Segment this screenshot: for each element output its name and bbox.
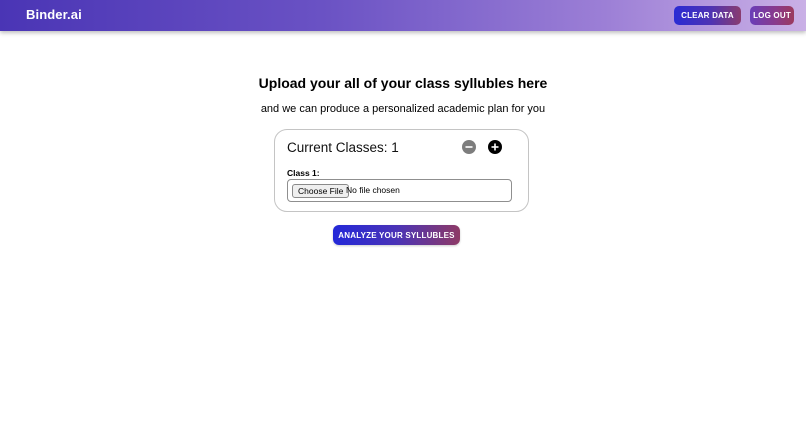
top-navbar: Binder.ai CLEAR DATA LOG OUT bbox=[0, 0, 806, 31]
minus-glyph bbox=[465, 146, 473, 148]
log-out-button[interactable]: LOG OUT bbox=[750, 6, 794, 25]
classes-card: Current Classes: 1 Class 1: Choose File … bbox=[274, 129, 529, 212]
page-title: Upload your all of your class syllubles … bbox=[258, 75, 548, 91]
minus-circle-icon[interactable] bbox=[462, 140, 476, 154]
brand-logo[interactable]: Binder.ai bbox=[26, 7, 82, 22]
page-subtitle: and we can produce a personalized academ… bbox=[260, 103, 546, 115]
plus-glyph bbox=[491, 143, 499, 151]
clear-data-button[interactable]: CLEAR DATA bbox=[674, 6, 741, 25]
class-label: Class 1: bbox=[287, 168, 320, 178]
analyze-syllabus-button[interactable]: ANALYZE YOUR SYLLUBLES bbox=[333, 225, 460, 245]
plus-circle-icon[interactable] bbox=[488, 140, 502, 154]
class-file-input[interactable]: Choose File No file chosen bbox=[287, 179, 512, 202]
current-classes-count: Current Classes: 1 bbox=[287, 140, 399, 155]
file-status-text: No file chosen bbox=[346, 185, 400, 195]
choose-file-button[interactable]: Choose File bbox=[292, 184, 350, 198]
